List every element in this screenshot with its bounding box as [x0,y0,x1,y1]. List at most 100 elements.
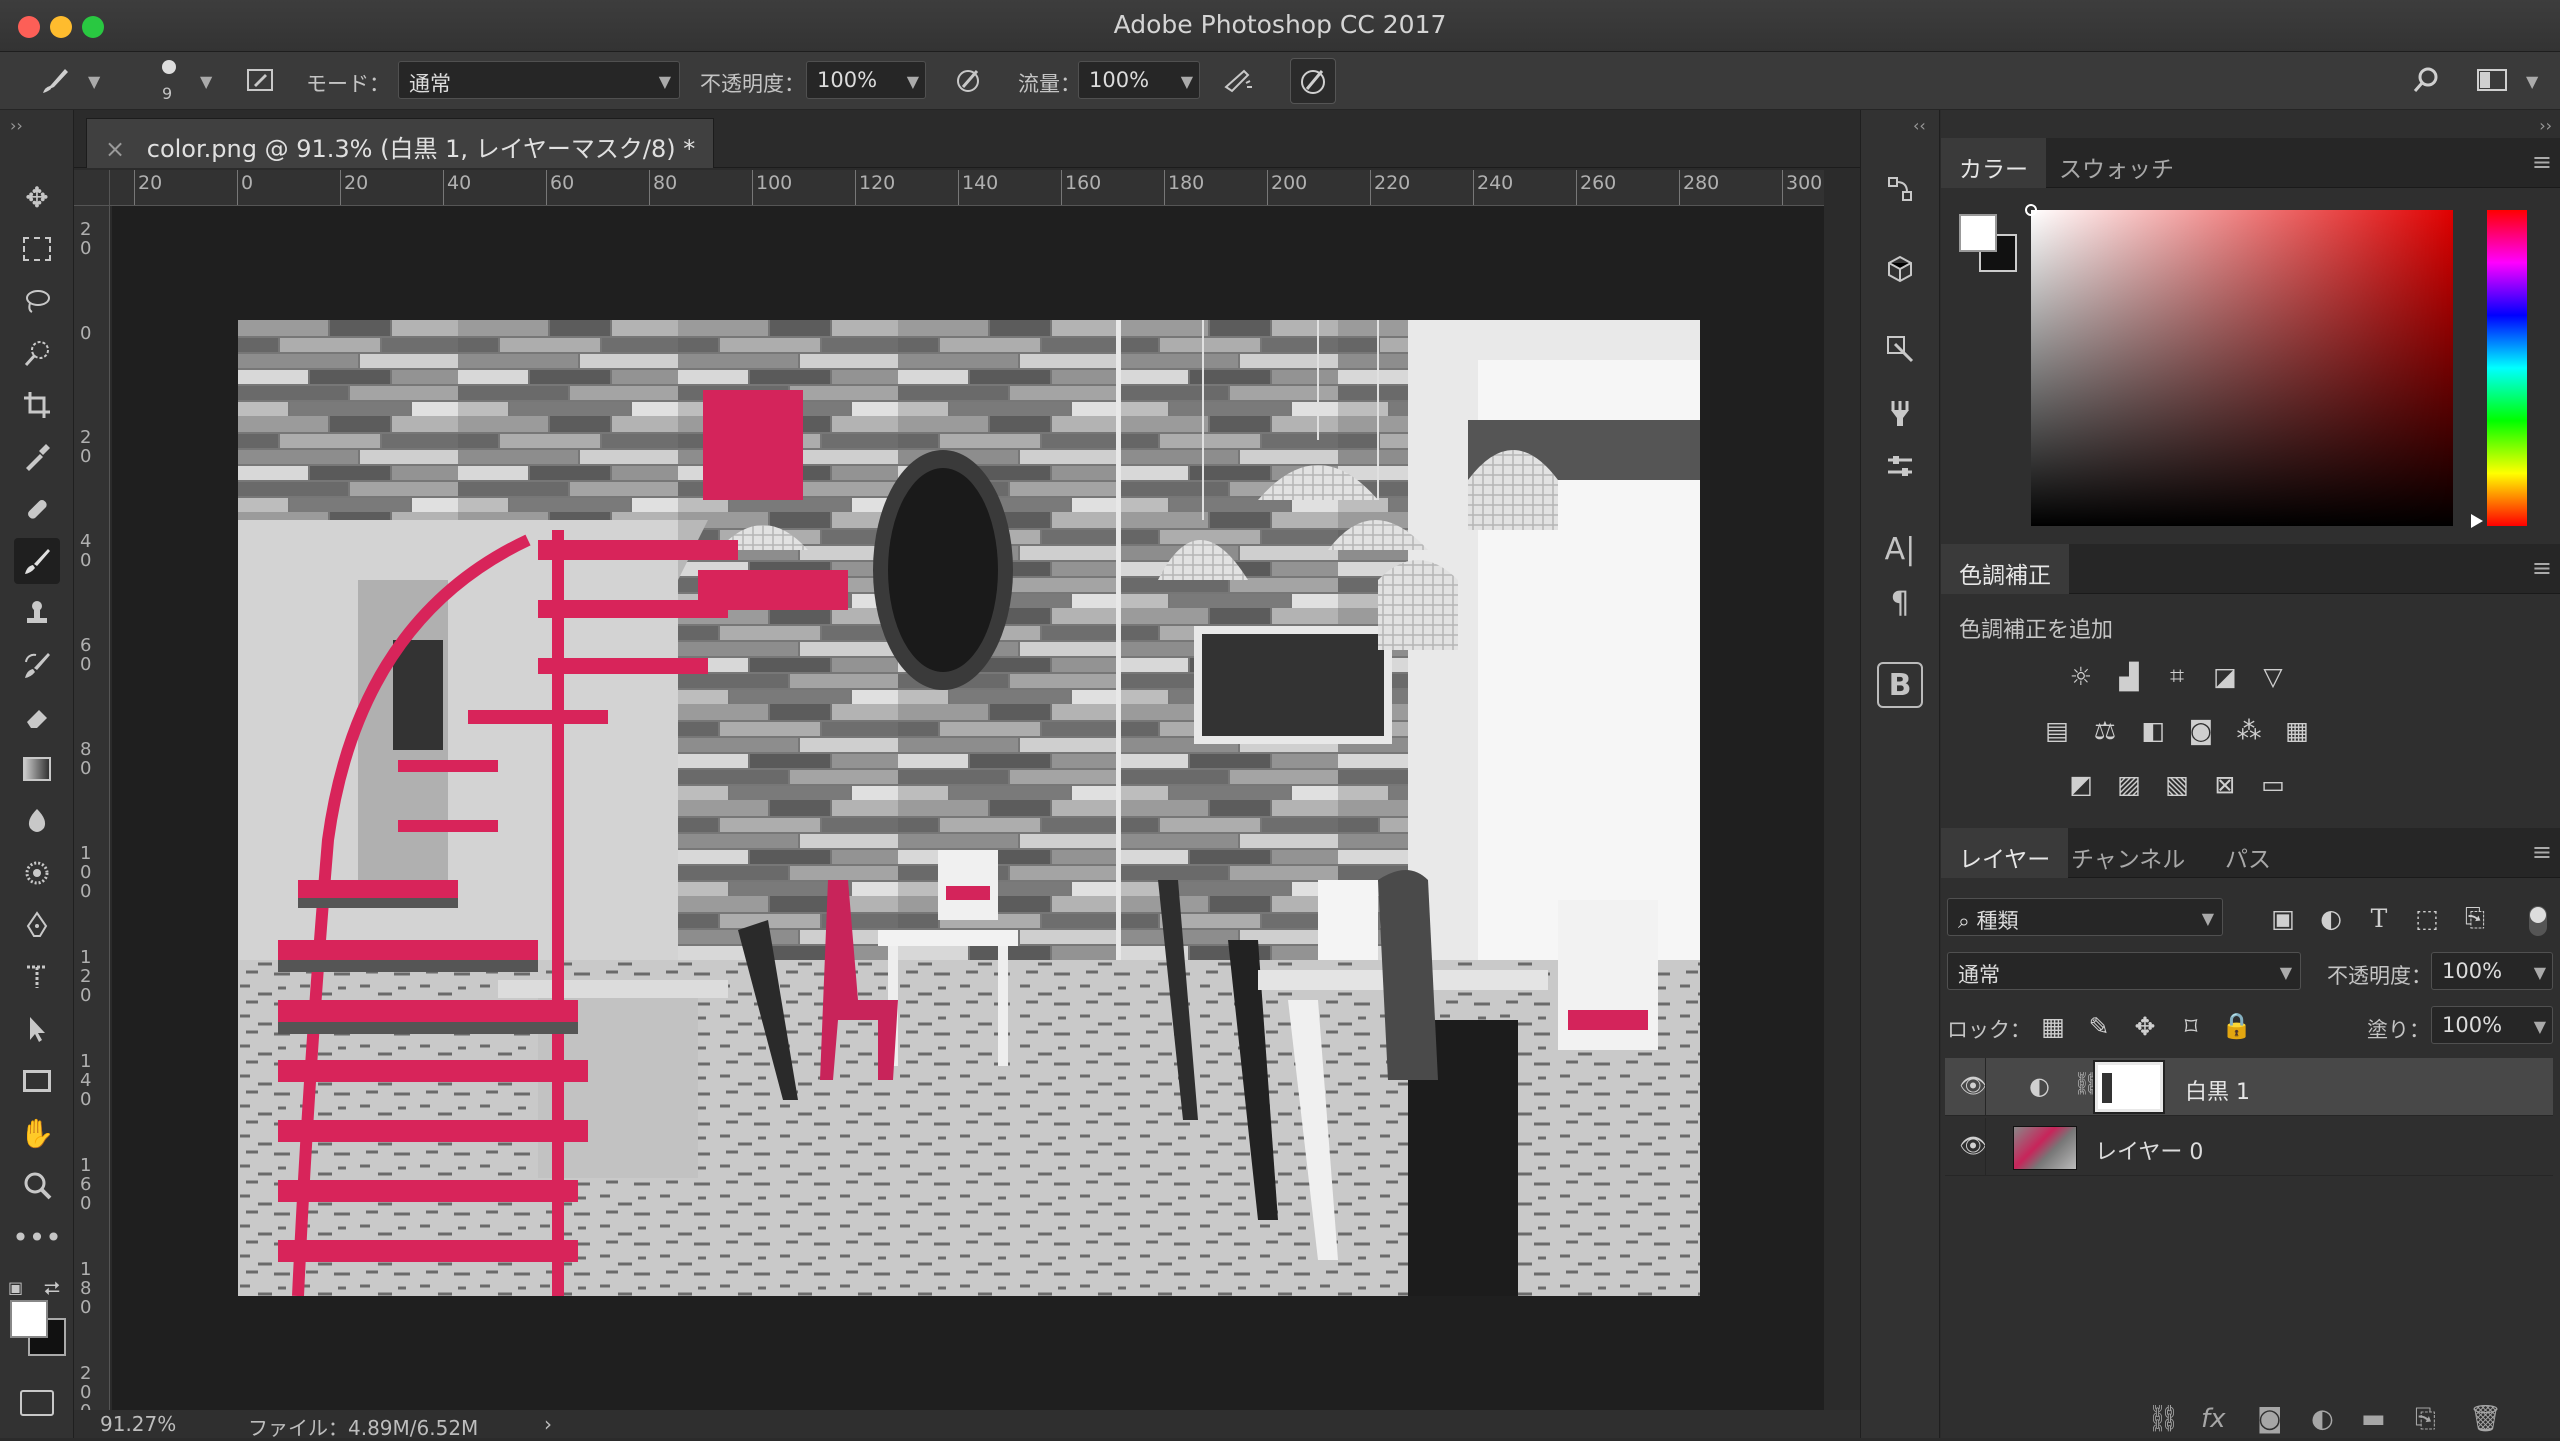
layer-name[interactable]: 白黒 1 [2185,1074,2250,1106]
hue-slider[interactable] [2487,210,2527,526]
path-selection-tool-icon[interactable] [14,1006,60,1052]
layer-row-selected[interactable]: 👁 ◐ ⛓ 白黒 1 [1945,1058,2553,1116]
lock-artboard-icon[interactable]: ⌑ [2173,1008,2209,1044]
lock-image-icon[interactable]: ✎ [2081,1008,2117,1044]
new-group-icon[interactable]: ▬ [2361,1404,2386,1434]
opacity-input[interactable]: 100% ▼ [806,61,926,99]
character-panel-icon[interactable]: A| [1877,526,1923,572]
crop-tool-icon[interactable] [14,382,60,428]
layer-blend-mode-select[interactable]: 通常 ▼ [1947,952,2301,990]
layer-fill-input[interactable]: 100% ▼ [2431,1006,2553,1044]
filter-adjustment-icon[interactable]: ◐ [2313,900,2349,936]
3d-panel-icon[interactable] [1877,246,1923,292]
tab-adjustments[interactable]: 色調補正 [1941,544,2069,594]
mode-select[interactable]: 通常 ▼ [398,61,680,99]
black-white-icon[interactable]: ◧ [2135,712,2171,748]
layer-mask-thumbnail[interactable] [2093,1060,2165,1114]
panel-menu-icon[interactable]: ≡ [2532,554,2552,582]
chevron-down-icon[interactable]: ▼ [2534,1017,2546,1036]
exposure-icon[interactable]: ◪ [2207,658,2243,694]
chevron-down-icon[interactable]: ▼ [1181,72,1193,91]
foreground-color-swatch[interactable] [10,1300,48,1338]
move-tool-icon[interactable]: ✥ [14,174,60,220]
marquee-tool-icon[interactable] [14,226,60,272]
collapse-dock-icon[interactable]: ‹‹ [1913,116,1926,135]
visibility-eye-icon[interactable]: 👁 [1959,1074,1987,1099]
tab-channels[interactable]: チャンネル [2053,828,2203,878]
lock-transparent-icon[interactable]: ▦ [2035,1008,2071,1044]
color-lookup-icon[interactable]: ▦ [2279,712,2315,748]
layer-opacity-input[interactable]: 100% ▼ [2431,952,2553,990]
history-brush-tool-icon[interactable] [14,642,60,688]
delete-layer-icon[interactable]: 🗑 [2469,1404,2502,1434]
threshold-icon[interactable]: ▧ [2159,766,2195,802]
adjustments-panel-icon[interactable] [1877,444,1923,490]
document-tab[interactable]: × color.png @ 91.3% (白黒 1, レイヤーマスク/8) * [86,118,715,168]
brush-tool-icon[interactable] [14,538,60,584]
color-field[interactable] [2025,204,2453,526]
brush-panel-icon[interactable] [1877,390,1923,436]
layer-thumbnail[interactable] [2013,1126,2077,1170]
filter-type-icon[interactable]: T [2361,900,2397,936]
gradient-map-icon[interactable]: ▭ [2255,766,2291,802]
chevron-down-icon[interactable]: ▼ [2534,963,2546,982]
photo-filter-icon[interactable]: ◙ [2183,712,2219,748]
search-icon[interactable] [2406,60,2446,100]
link-layers-icon[interactable]: ⛓ [2147,1404,2180,1434]
curves-icon[interactable]: ⌗ [2159,658,2195,694]
quick-mask-icon[interactable] [20,1390,54,1416]
properties-panel-icon[interactable] [1877,326,1923,372]
foreground-color-chip[interactable] [1959,214,1997,252]
brush-panel-toggle-icon[interactable] [240,60,280,100]
history-panel-icon[interactable] [1877,166,1923,212]
tab-swatches[interactable]: スウォッチ [2041,138,2192,188]
hand-tool-icon[interactable]: ✋ [14,1110,60,1156]
posterize-icon[interactable]: ▨ [2111,766,2147,802]
hue-slider-handle[interactable] [2471,514,2483,528]
filter-toggle[interactable] [2529,906,2547,936]
lock-all-icon[interactable]: 🔒 [2219,1008,2255,1044]
panel-menu-icon[interactable]: ≡ [2532,838,2552,866]
close-tab-icon[interactable]: × [105,135,125,163]
default-colors-icon[interactable]: ▣ [8,1278,26,1297]
tab-layers[interactable]: レイヤー [1941,828,2069,878]
color-balance-icon[interactable]: ⚖ [2087,712,2123,748]
selective-color-icon[interactable]: ⊠ [2207,766,2243,802]
type-tool-icon[interactable] [14,954,60,1000]
blur-tool-icon[interactable] [14,798,60,844]
lock-position-icon[interactable]: ✥ [2127,1008,2163,1044]
brush-preset-dropdown-icon[interactable]: ▼ [88,72,100,91]
pressure-size-button[interactable] [1290,58,1336,104]
visibility-eye-icon[interactable]: 👁 [1959,1134,1987,1159]
color-picker-cursor[interactable] [2025,204,2037,216]
dodge-tool-icon[interactable] [14,850,60,896]
document-image[interactable] [238,320,1700,1296]
layer-style-fx-icon[interactable]: fx [2201,1404,2226,1434]
invert-icon[interactable]: ◩ [2063,766,2099,802]
panel-menu-icon[interactable]: ≡ [2532,148,2552,176]
pen-tool-icon[interactable] [14,902,60,948]
filter-pixel-icon[interactable]: ▣ [2265,900,2301,936]
chevron-down-icon[interactable]: ▼ [907,72,919,91]
airbrush-icon[interactable] [1218,60,1258,100]
pressure-opacity-icon[interactable] [948,60,988,100]
filter-shape-icon[interactable]: ⬚ [2409,900,2445,936]
vibrance-icon[interactable]: ▽ [2255,658,2291,694]
brush-preset-icon[interactable] [36,60,76,100]
layer-filter-select[interactable]: ⌕ 種類 ▼ [1947,898,2223,936]
lasso-tool-icon[interactable] [14,278,60,324]
brush-tip-preview[interactable] [162,60,176,74]
collapse-arrows-icon[interactable]: ›› [10,116,23,135]
brightness-contrast-icon[interactable]: ☼ [2063,658,2099,694]
eyedropper-tool-icon[interactable] [14,434,60,480]
levels-icon[interactable]: ▟ [2111,658,2147,694]
brush-size-dropdown-icon[interactable]: ▼ [200,72,212,91]
more-tools-icon[interactable]: ••• [12,1214,62,1260]
layer-row[interactable]: 👁 レイヤー 0 [1945,1118,2553,1176]
expand-panels-icon[interactable]: ›› [2539,116,2552,135]
hue-saturation-icon[interactable]: ▤ [2039,712,2075,748]
new-layer-icon[interactable]: ⎘ [2415,1404,2436,1435]
healing-brush-tool-icon[interactable] [14,486,60,532]
workspace-icon[interactable] [2472,60,2512,100]
ruler-origin[interactable] [74,170,110,206]
